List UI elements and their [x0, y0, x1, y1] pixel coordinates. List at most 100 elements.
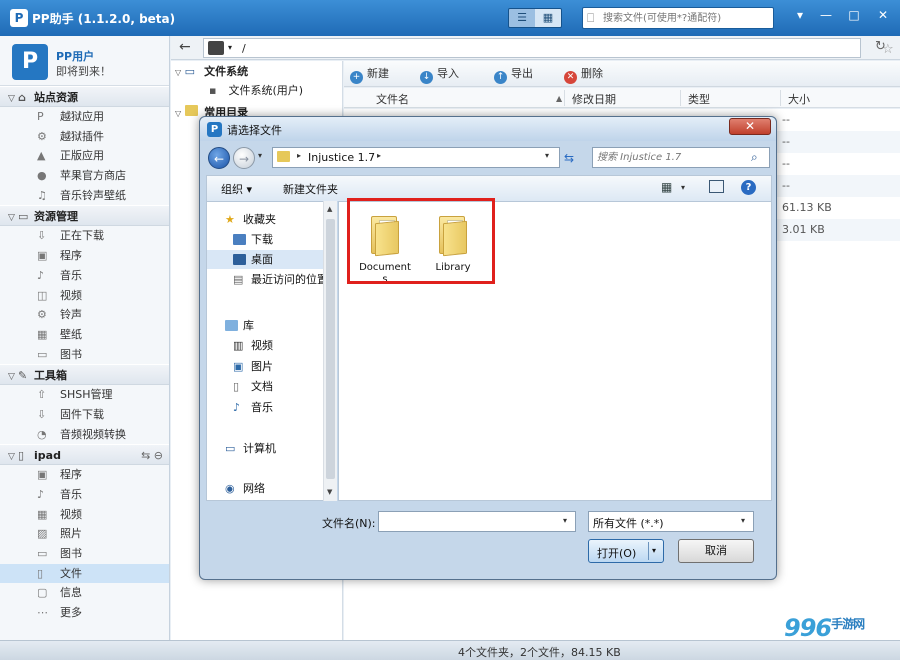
device-actions-icon[interactable]: ⇆ ⊖	[141, 445, 163, 466]
nav-videos[interactable]: ▥ 视频	[207, 336, 324, 355]
chevron-right-icon[interactable]: ▸	[297, 151, 301, 160]
sidebar-item-programs[interactable]: ▣ 程序	[0, 246, 169, 266]
preview-pane-icon[interactable]	[709, 180, 724, 193]
grid-view-icon[interactable]: ▦	[535, 9, 561, 27]
open-button[interactable]: 打开(O) ▾	[588, 539, 664, 563]
import-button[interactable]: ↓ 导入	[420, 66, 459, 84]
filename-field[interactable]: ▾	[378, 511, 576, 532]
nav-downloads[interactable]: 下载	[207, 230, 324, 249]
sidebar-item-ipad-programs[interactable]: ▣ 程序	[0, 465, 169, 485]
global-search-box[interactable]: ⎕	[582, 7, 774, 29]
global-search-input[interactable]	[603, 10, 771, 26]
refresh-icon[interactable]: ⇆	[564, 151, 574, 165]
menu-icon[interactable]: ▾	[789, 6, 811, 24]
sidebar-item-ipad-more[interactable]: ⋯ 更多	[0, 603, 169, 623]
tree-item-user-filesystem[interactable]: ▪ 文件系统(用户)	[209, 82, 303, 100]
help-icon[interactable]: ?	[741, 180, 756, 195]
cancel-button[interactable]: 取消	[678, 539, 754, 563]
sidebar-item-music[interactable]: ♪ 音乐	[0, 266, 169, 286]
maximize-button[interactable]: □	[843, 6, 865, 24]
scroll-thumb[interactable]	[326, 219, 335, 479]
dialog-search-input[interactable]	[597, 150, 747, 165]
nav-computer[interactable]: ▭ 计算机	[207, 439, 324, 458]
chevron-down-icon[interactable]: ▾	[258, 151, 262, 160]
scroll-up-icon[interactable]: ▲	[327, 205, 332, 213]
nav-music[interactable]: ♪ 音乐	[207, 398, 324, 417]
dialog-search-box[interactable]: ⌕	[592, 147, 770, 168]
new-button[interactable]: + 新建	[350, 66, 389, 84]
section-site-resources[interactable]: ▽ ⌂ 站点资源	[0, 86, 169, 107]
dialog-path-field[interactable]: ▸ Injustice 1.7 ▸ ▾	[272, 147, 560, 168]
nav-favorites[interactable]: ★ 收藏夹	[207, 210, 324, 229]
device-icon[interactable]	[208, 41, 224, 55]
sidebar-item-ipad-music[interactable]: ♪ 音乐	[0, 485, 169, 505]
back-arrow-icon[interactable]: ←	[208, 147, 230, 169]
forward-arrow-icon[interactable]: →	[233, 147, 255, 169]
sidebar-item-ringtones[interactable]: ⚙ 铃声	[0, 305, 169, 325]
minimize-button[interactable]: —	[815, 6, 837, 24]
sidebar-item-ipad-books[interactable]: ▭ 图书	[0, 544, 169, 564]
view-options-icon[interactable]: ▦	[661, 180, 672, 194]
list-view-icon[interactable]: ☰	[509, 9, 535, 27]
nav-pictures[interactable]: ▣ 图片	[207, 357, 324, 376]
column-date[interactable]: 修改日期	[572, 91, 616, 107]
convert-icon: ◔	[37, 427, 47, 441]
nav-desktop[interactable]: 桌面	[207, 250, 324, 269]
section-toolbox[interactable]: ▽ ✎ 工具箱	[0, 364, 169, 386]
nav-recent[interactable]: ▤ 最近访问的位置	[207, 270, 328, 289]
back-arrow-icon[interactable]: ←	[179, 39, 191, 55]
chevron-down-icon[interactable]: ▾	[228, 43, 232, 52]
nav-pane-scrollbar[interactable]: ▲ ▼	[323, 201, 337, 501]
sidebar-item-apple-store[interactable]: ● 苹果官方商店	[0, 166, 169, 186]
dialog-close-button[interactable]: ✕	[729, 118, 771, 135]
sidebar-item-books[interactable]: ▭ 图书	[0, 345, 169, 365]
section-resource-manager[interactable]: ▽ ▭ 资源管理	[0, 205, 169, 227]
chevron-down-icon[interactable]: ▾	[652, 546, 656, 555]
nav-network[interactable]: ◉ 网络	[207, 479, 324, 498]
refresh-icon[interactable]: ↻	[875, 39, 886, 54]
sidebar-item-jailbreak-plugins[interactable]: ⚙ 越狱插件	[0, 127, 169, 147]
tree-item-filesystem[interactable]: ▽ ▭ 文件系统	[175, 63, 248, 81]
search-icon[interactable]: ⌕	[751, 150, 758, 165]
sidebar-item-ipad-messages[interactable]: ▢ 信息	[0, 583, 169, 603]
wrench-icon: ✎	[18, 369, 28, 383]
column-type[interactable]: 类型	[688, 91, 710, 107]
sidebar-item-ipad-files[interactable]: ▯ 文件	[0, 563, 169, 584]
path-segment[interactable]: Injustice 1.7	[308, 151, 375, 164]
column-size[interactable]: 大小	[788, 91, 810, 107]
section-ipad[interactable]: ▽ ▯ ipad ⇆ ⊖	[0, 444, 169, 466]
firmware-icon: ⇩	[37, 407, 47, 421]
export-button[interactable]: ↑ 导出	[494, 66, 533, 84]
chevron-right-icon[interactable]: ▸	[377, 151, 381, 160]
sidebar-item-firmware[interactable]: ⇩ 固件下载	[0, 405, 169, 425]
app-titlebar: P PP助手 (1.1.2.0, beta) ☰ ▦ ⎕ ▾ — □ ✕	[0, 0, 900, 36]
user-name[interactable]: PP用户	[56, 48, 94, 64]
sidebar-item-jailbreak-apps[interactable]: P 越狱应用	[0, 107, 169, 127]
new-folder-button[interactable]: 新建文件夹	[283, 181, 338, 197]
column-name[interactable]: 文件名	[376, 91, 409, 107]
avatar[interactable]: P	[12, 44, 48, 80]
chevron-down-icon[interactable]: ▾	[563, 516, 567, 525]
nav-documents[interactable]: ▯ 文档	[207, 377, 324, 396]
dialog-navbar: ← → ▾ ▸ Injustice 1.7 ▸ ▾ ⇆ ⌕	[200, 141, 776, 175]
chevron-down-icon[interactable]: ▾	[681, 183, 685, 192]
scroll-down-icon[interactable]: ▼	[327, 488, 332, 496]
sidebar-item-ipad-video[interactable]: ▦ 视频	[0, 505, 169, 525]
nav-libraries[interactable]: 库	[207, 316, 324, 335]
close-window-button[interactable]: ✕	[872, 6, 894, 24]
sidebar-item-wallpaper[interactable]: ▦ 壁纸	[0, 325, 169, 345]
organize-button[interactable]: 组织 ▾	[221, 181, 252, 197]
sidebar-item-music-wallpaper[interactable]: ♫ 音乐铃声壁纸	[0, 186, 169, 206]
view-toggle[interactable]: ☰ ▦	[508, 8, 562, 28]
filetype-select[interactable]: 所有文件 (*.*) ▾	[588, 511, 754, 532]
sidebar-item-ipad-photos[interactable]: ▨ 照片	[0, 524, 169, 544]
chevron-down-icon[interactable]: ▾	[545, 151, 549, 160]
sidebar-item-shsh[interactable]: ⇧ SHSH管理	[0, 385, 169, 405]
sidebar-item-video[interactable]: ◫ 视频	[0, 286, 169, 306]
path-field[interactable]: ▾ / ☆	[203, 38, 894, 58]
sidebar-item-converter[interactable]: ◔ 音频视频转换	[0, 425, 169, 445]
sidebar-item-official-apps[interactable]: ▲ 正版应用	[0, 146, 169, 166]
sidebar-item-downloading[interactable]: ⇩ 正在下载	[0, 226, 169, 246]
delete-button[interactable]: ✕ 删除	[564, 66, 603, 84]
chevron-down-icon[interactable]: ▾	[741, 516, 745, 525]
